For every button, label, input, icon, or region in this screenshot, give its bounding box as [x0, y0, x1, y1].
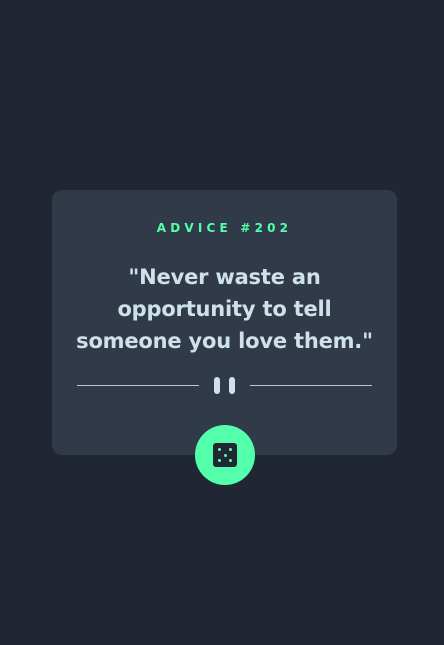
dice-pip: [229, 459, 232, 462]
dice-icon: [213, 443, 237, 467]
pause-icon: [214, 377, 236, 394]
dice-pip: [223, 453, 227, 457]
pause-bar-left: [214, 377, 220, 394]
pattern-divider: [77, 377, 372, 395]
pause-bar-right: [229, 377, 235, 394]
divider-line-right: [250, 385, 372, 386]
generate-advice-button[interactable]: [195, 425, 255, 485]
divider-line-left: [77, 385, 199, 386]
dice-pip: [218, 459, 221, 462]
dice-pip: [229, 448, 232, 451]
advice-quote: "Never waste an opportunity to tell some…: [76, 265, 373, 353]
dice-pip: [218, 448, 221, 451]
advice-number-label: ADVICE #202: [156, 221, 293, 235]
advice-card: ADVICE #202 "Never waste an opportunity …: [52, 190, 397, 455]
